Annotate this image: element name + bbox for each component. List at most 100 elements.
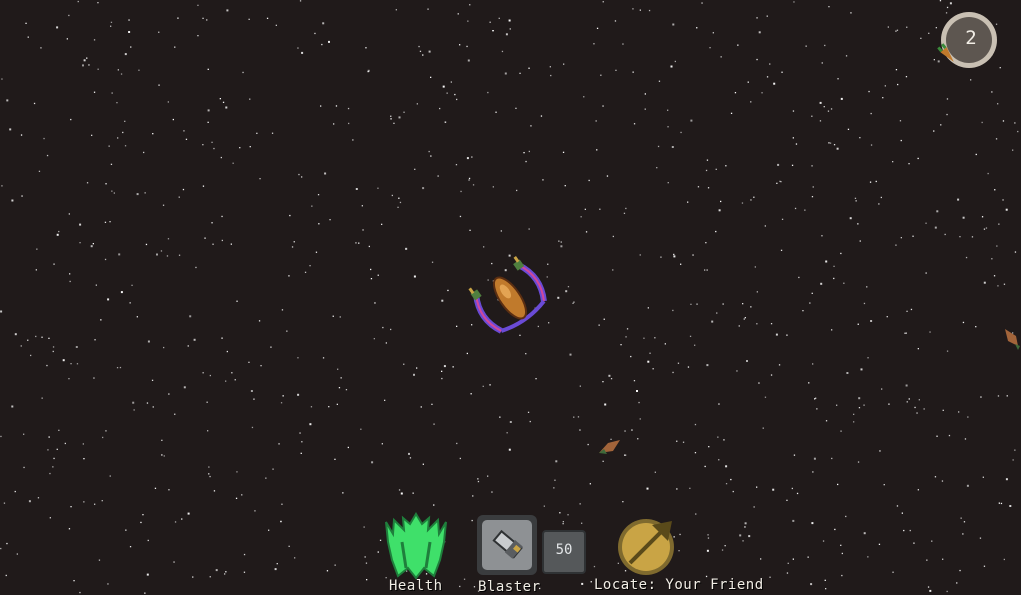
star <box>1003 558 1005 561</box>
star <box>501 50 504 53</box>
star <box>86 182 89 184</box>
star <box>697 186 700 188</box>
star <box>875 180 877 183</box>
star <box>909 529 911 532</box>
star <box>456 98 458 101</box>
star <box>173 561 175 563</box>
star <box>254 510 256 512</box>
star <box>833 265 835 267</box>
star <box>845 55 848 57</box>
star <box>441 377 443 380</box>
star <box>1014 122 1016 124</box>
star <box>786 499 788 501</box>
star <box>762 427 764 429</box>
star <box>649 352 651 354</box>
star <box>419 50 422 52</box>
star <box>122 131 124 134</box>
star <box>6 542 8 545</box>
star <box>715 168 717 170</box>
blaster-icon[interactable] <box>476 514 538 576</box>
star <box>14 333 17 336</box>
star <box>177 17 179 19</box>
star <box>5 574 7 577</box>
star <box>391 194 393 197</box>
star <box>738 325 740 327</box>
star <box>56 233 59 236</box>
star <box>982 476 984 478</box>
star <box>906 401 908 403</box>
star <box>23 466 25 469</box>
star <box>504 72 507 75</box>
star <box>321 43 323 46</box>
star <box>314 32 316 35</box>
star <box>587 443 589 446</box>
star <box>366 579 368 581</box>
star <box>469 229 471 231</box>
star <box>712 32 714 34</box>
star <box>626 328 629 330</box>
star <box>322 22 325 25</box>
star <box>117 69 119 71</box>
star <box>917 348 919 350</box>
star <box>509 421 512 423</box>
star <box>1009 505 1012 507</box>
star <box>766 76 769 78</box>
star <box>379 539 382 541</box>
star <box>813 457 816 460</box>
star <box>98 559 101 561</box>
star <box>76 363 79 365</box>
star <box>377 551 379 553</box>
star <box>997 103 999 105</box>
star <box>298 173 300 176</box>
star <box>52 466 54 468</box>
star <box>253 398 255 400</box>
star <box>581 582 584 585</box>
star <box>720 200 722 203</box>
star <box>936 210 939 213</box>
star <box>600 74 602 76</box>
compass-arrow-icon[interactable] <box>616 515 678 577</box>
star <box>625 207 627 210</box>
star <box>221 239 223 242</box>
star <box>840 430 842 432</box>
star <box>185 138 188 140</box>
star <box>929 589 932 592</box>
star <box>656 167 658 169</box>
star <box>470 393 472 395</box>
star <box>505 33 508 36</box>
star <box>596 27 599 29</box>
star <box>933 59 935 61</box>
star <box>905 384 908 387</box>
star <box>850 12 852 14</box>
star <box>773 82 776 85</box>
star <box>742 303 744 305</box>
star <box>209 374 211 377</box>
star <box>584 208 586 210</box>
star <box>991 258 993 260</box>
star <box>116 102 118 104</box>
star <box>707 537 710 539</box>
star <box>912 235 914 237</box>
star <box>30 354 32 357</box>
star <box>525 160 527 163</box>
star <box>14 490 16 493</box>
star <box>16 553 18 555</box>
star <box>117 137 119 139</box>
star <box>553 487 555 489</box>
star <box>107 298 110 301</box>
star <box>1005 208 1008 211</box>
star <box>460 190 462 193</box>
star <box>994 189 996 191</box>
star <box>819 101 822 104</box>
star <box>355 242 357 244</box>
star <box>970 79 972 81</box>
star <box>243 571 246 573</box>
star <box>301 51 304 54</box>
star <box>929 331 931 333</box>
star <box>993 275 996 277</box>
star <box>622 43 624 45</box>
star <box>928 32 930 34</box>
star <box>706 364 709 367</box>
star <box>428 150 430 153</box>
star <box>602 1 604 3</box>
